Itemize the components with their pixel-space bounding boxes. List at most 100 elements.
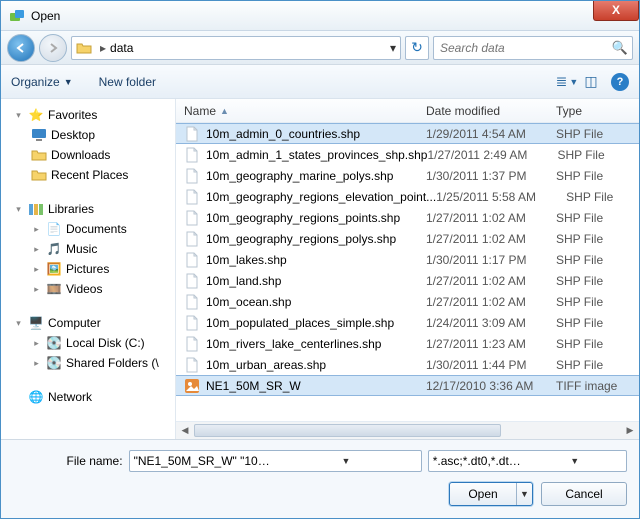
table-row[interactable]: 10m_ocean.shp1/27/2011 1:02 AMSHP File xyxy=(176,291,639,312)
table-row[interactable]: 10m_admin_0_countries.shp1/29/2011 4:54 … xyxy=(176,123,639,144)
sidebar-item-recent[interactable]: Recent Places xyxy=(5,165,171,185)
column-headers: Name▲ Date modified Type xyxy=(176,99,639,123)
sidebar-item-videos[interactable]: ▸🎞️Videos xyxy=(5,279,171,299)
chevron-right-icon: ▸ xyxy=(100,41,106,55)
scroll-thumb[interactable] xyxy=(194,424,501,437)
file-name: 10m_populated_places_simple.shp xyxy=(206,316,394,330)
table-row[interactable]: 10m_geography_regions_polys.shp1/27/2011… xyxy=(176,228,639,249)
folder-icon xyxy=(31,167,47,183)
table-row[interactable]: 10m_populated_places_simple.shp 1/24/2011… xyxy=(176,312,639,333)
breadcrumb-segment[interactable]: data xyxy=(110,41,133,55)
file-type: SHP File xyxy=(556,232,639,246)
chevron-down-icon[interactable]: ▼ xyxy=(275,456,417,466)
file-type: SHP File xyxy=(566,190,639,204)
scroll-track[interactable] xyxy=(194,422,621,439)
open-button[interactable]: Open▼ xyxy=(449,482,533,506)
sort-asc-icon: ▲ xyxy=(220,106,229,116)
sidebar-item-music[interactable]: ▸🎵Music xyxy=(5,239,171,259)
file-icon xyxy=(184,252,200,268)
sidebar-item-shared-folders[interactable]: ▸💽Shared Folders (\ xyxy=(5,353,171,373)
sidebar-item-favorites[interactable]: ▾⭐Favorites xyxy=(5,105,171,125)
file-name: 10m_geography_marine_polys.shp xyxy=(206,169,393,183)
horizontal-scrollbar[interactable]: ◀ ▶ xyxy=(176,421,639,439)
file-date: 1/30/2011 1:17 PM xyxy=(426,253,556,267)
file-list: Name▲ Date modified Type 10m_admin_0_cou… xyxy=(176,99,639,439)
table-row[interactable]: 10m_geography_regions_elevation_point...… xyxy=(176,186,639,207)
file-icon xyxy=(184,189,200,205)
toolbar: Organize▼ New folder ≣ ▼ ◫ ? xyxy=(1,65,639,99)
button-row: Open▼ Cancel xyxy=(13,482,627,506)
chevron-down-icon: ▾ xyxy=(13,318,24,329)
computer-icon: 🖥️ xyxy=(28,315,44,331)
scroll-left-icon[interactable]: ◀ xyxy=(176,422,194,439)
search-box[interactable]: 🔍 xyxy=(433,36,633,60)
file-rows: 10m_admin_0_countries.shp1/29/2011 4:54 … xyxy=(176,123,639,421)
open-split-dropdown[interactable]: ▼ xyxy=(516,483,532,505)
file-type: SHP File xyxy=(556,337,639,351)
filename-input[interactable]: "NE1_50M_SR_W" "10m_admin_0_countries.sh… xyxy=(129,450,422,472)
file-date: 1/27/2011 1:02 AM xyxy=(426,232,556,246)
file-name: 10m_admin_1_states_provinces_shp.shp xyxy=(206,148,427,162)
cancel-button[interactable]: Cancel xyxy=(541,482,627,506)
file-icon xyxy=(184,168,200,184)
network-group: 🌐Network xyxy=(5,387,171,407)
filename-row: File name: "NE1_50M_SR_W" "10m_admin_0_c… xyxy=(13,450,627,472)
sidebar-item-desktop[interactable]: Desktop xyxy=(5,125,171,145)
sidebar-item-pictures[interactable]: ▸🖼️Pictures xyxy=(5,259,171,279)
organize-menu[interactable]: Organize▼ xyxy=(11,75,73,89)
forward-button[interactable] xyxy=(39,34,67,62)
column-name[interactable]: Name▲ xyxy=(176,104,426,118)
file-date: 1/30/2011 1:44 PM xyxy=(426,358,556,372)
sidebar-item-network[interactable]: 🌐Network xyxy=(5,387,171,407)
file-name: 10m_land.shp xyxy=(206,274,281,288)
column-date[interactable]: Date modified xyxy=(426,104,556,118)
network-drive-icon: 💽 xyxy=(46,355,62,371)
preview-pane-button[interactable]: ◫ xyxy=(579,71,603,93)
chevron-down-icon[interactable]: ▼ xyxy=(527,456,622,466)
file-name: 10m_urban_areas.shp xyxy=(206,358,326,372)
file-date: 1/29/2011 4:54 AM xyxy=(426,127,556,141)
column-type[interactable]: Type xyxy=(556,104,639,118)
title-bar: Open X xyxy=(1,1,639,31)
refresh-button[interactable]: ↻ xyxy=(405,36,429,60)
nav-bar: ▸ data ▾ ↻ 🔍 xyxy=(1,31,639,65)
table-row[interactable]: 10m_geography_regions_points.shp1/27/201… xyxy=(176,207,639,228)
table-row[interactable]: NE1_50M_SR_W12/17/2010 3:36 AMTIFF image xyxy=(176,375,639,396)
file-icon xyxy=(184,231,200,247)
file-date: 1/24/2011 3:09 AM xyxy=(426,316,556,330)
open-dialog: Open X ▸ data ▾ ↻ 🔍 Organize▼ New folder… xyxy=(0,0,640,519)
videos-icon: 🎞️ xyxy=(46,281,62,297)
view-options-button[interactable]: ≣ ▼ xyxy=(555,71,579,93)
music-icon: 🎵 xyxy=(46,241,62,257)
file-icon xyxy=(184,378,200,394)
folder-icon xyxy=(76,40,92,56)
new-folder-button[interactable]: New folder xyxy=(99,75,156,89)
file-date: 1/25/2011 5:58 AM xyxy=(436,190,566,204)
file-date: 12/17/2010 3:36 AM xyxy=(426,379,556,393)
close-button[interactable]: X xyxy=(593,1,639,21)
table-row[interactable]: 10m_lakes.shp1/30/2011 1:17 PMSHP File xyxy=(176,249,639,270)
file-icon xyxy=(184,126,200,142)
table-row[interactable]: 10m_admin_1_states_provinces_shp.shp1/27… xyxy=(176,144,639,165)
table-row[interactable]: 10m_land.shp1/27/2011 1:02 AMSHP File xyxy=(176,270,639,291)
sidebar-item-libraries[interactable]: ▾Libraries xyxy=(5,199,171,219)
table-row[interactable]: 10m_geography_marine_polys.shp1/30/2011 … xyxy=(176,165,639,186)
back-button[interactable] xyxy=(7,34,35,62)
search-icon: 🔍 xyxy=(612,40,628,56)
help-button[interactable]: ? xyxy=(611,73,629,91)
scroll-right-icon[interactable]: ▶ xyxy=(621,422,639,439)
table-row[interactable]: 10m_urban_areas.shp 1/30/2011 1:44 PMSHP … xyxy=(176,354,639,375)
file-type: SHP File xyxy=(556,358,639,372)
breadcrumb[interactable]: ▸ data ▾ xyxy=(71,36,401,60)
chevron-down-icon[interactable]: ▾ xyxy=(390,41,396,55)
drive-icon: 💽 xyxy=(46,335,62,351)
filetype-filter[interactable]: *.asc;*.dt0,*.dt1,*.dt2;*.ecw;*.gif▼ xyxy=(428,450,627,472)
sidebar-item-downloads[interactable]: Downloads xyxy=(5,145,171,165)
chevron-down-icon: ▾ xyxy=(13,204,24,215)
sidebar-item-computer[interactable]: ▾🖥️Computer xyxy=(5,313,171,333)
sidebar-item-local-disk[interactable]: ▸💽Local Disk (C:) xyxy=(5,333,171,353)
table-row[interactable]: 10m_rivers_lake_centerlines.shp1/27/2011… xyxy=(176,333,639,354)
search-input[interactable] xyxy=(438,40,612,56)
file-date: 1/27/2011 1:02 AM xyxy=(426,274,556,288)
sidebar-item-documents[interactable]: ▸📄Documents xyxy=(5,219,171,239)
